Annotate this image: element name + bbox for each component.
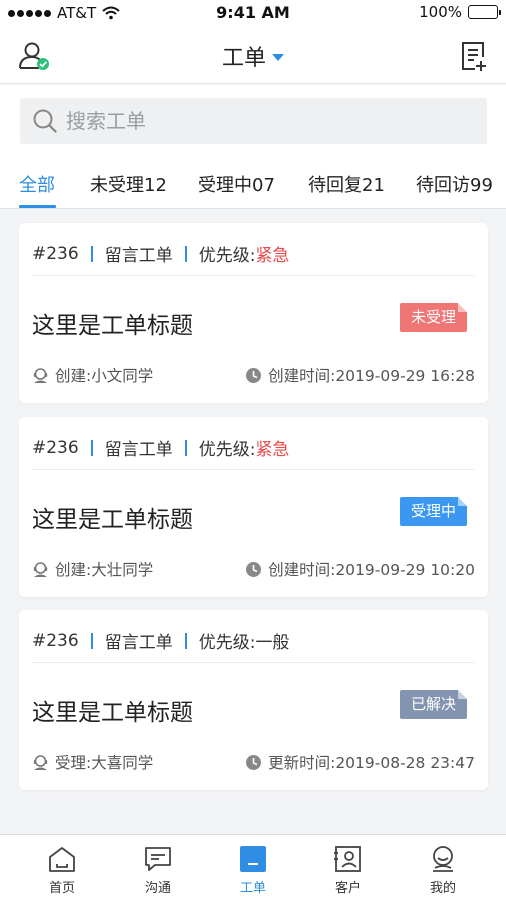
tabbar-work-order[interactable]: 工单 [208, 845, 298, 896]
card-footer: 创建:大壮同学 创建时间:2019-09-29 10:20 [32, 558, 475, 580]
order-title: 这里是工单标题 [32, 313, 193, 339]
customer-icon [334, 846, 361, 872]
bottom-tab-bar: 首页 沟通 工单 客户 我的 [0, 834, 506, 900]
clock-icon [246, 561, 262, 577]
person-text: 受理:大喜同学 [55, 754, 154, 772]
agent-icon [33, 561, 48, 577]
active-tab-indicator [19, 205, 56, 208]
person-text: 创建:大壮同学 [55, 561, 154, 579]
page-title: 工单 [221, 46, 266, 71]
caret-down-icon [272, 53, 284, 61]
divider [90, 245, 93, 262]
card-header: #236 留言工单 优先级: 紧急 [32, 435, 290, 461]
divider [184, 439, 187, 456]
tabbar-label: 我的 [429, 881, 456, 896]
order-time: 创建时间:2019-09-29 10:20 [245, 558, 475, 580]
work-order-icon [240, 846, 266, 872]
tabbar-label: 首页 [48, 881, 75, 896]
new-order-icon[interactable] [460, 40, 488, 72]
battery-icon [468, 5, 501, 19]
search-icon [33, 109, 57, 133]
battery-percent: 100% [419, 3, 462, 21]
priority-value: 紧急 [255, 440, 290, 460]
tabbar-home[interactable]: 首页 [17, 845, 107, 896]
tabbar-customer[interactable]: 客户 [303, 845, 393, 896]
card-divider [32, 662, 475, 663]
order-time: 创建时间:2019-09-29 16:28 [245, 364, 475, 386]
nav-title-dropdown[interactable]: 工单 [0, 40, 506, 72]
divider [90, 439, 93, 456]
tabbar-profile[interactable]: 我的 [398, 845, 488, 896]
card-footer: 受理:大喜同学 更新时间:2019-08-28 23:47 [32, 751, 475, 773]
divider [90, 632, 93, 649]
order-person: 受理:大喜同学 [32, 751, 153, 773]
time-text: 创建时间:2019-09-29 10:20 [268, 561, 475, 579]
tab-processing[interactable]: 受理中07 [198, 171, 275, 197]
status-bar: AT&T 9:41 AM 100% [0, 0, 506, 26]
priority-label: 优先级: [198, 246, 256, 266]
order-id: #236 [32, 437, 79, 458]
order-card[interactable]: #236 留言工单 优先级: 一般 这里是工单标题 已解决 受理:大喜同学 更新时… [19, 610, 488, 790]
order-person: 创建:小文同学 [32, 364, 153, 386]
time-text: 更新时间:2019-08-28 23:47 [268, 754, 475, 772]
card-divider [32, 275, 475, 276]
tabbar-label: 客户 [334, 881, 361, 896]
status-badge: 受理中 [400, 497, 467, 526]
clock-icon [246, 754, 262, 770]
order-type: 留言工单 [104, 440, 173, 460]
tabbar-label: 沟通 [144, 881, 171, 896]
tabbar-chat[interactable]: 沟通 [113, 845, 203, 896]
order-title: 这里是工单标题 [32, 700, 193, 726]
priority-label: 优先级: [198, 633, 256, 653]
divider [184, 245, 187, 262]
card-header: #236 留言工单 优先级: 紧急 [32, 241, 290, 267]
time-text: 创建时间:2019-09-29 16:28 [268, 367, 475, 385]
search-input[interactable] [66, 109, 446, 133]
nav-bar: 工单 [0, 26, 506, 84]
order-person: 创建:大壮同学 [32, 558, 153, 580]
priority-value: 紧急 [255, 246, 290, 266]
profile-icon [433, 846, 453, 872]
card-footer: 创建:小文同学 创建时间:2019-09-29 16:28 [32, 364, 475, 386]
status-right: 100% [419, 3, 501, 21]
status-badge: 未受理 [400, 303, 467, 332]
chat-icon [145, 847, 171, 871]
tab-unaccepted[interactable]: 未受理12 [90, 171, 167, 197]
search-box[interactable] [20, 98, 487, 144]
order-card[interactable]: #236 留言工单 优先级: 紧急 这里是工单标题 未受理 创建:小文同学 创建时… [19, 223, 488, 403]
priority-label: 优先级: [198, 440, 256, 460]
agent-icon [33, 754, 48, 770]
person-text: 创建:小文同学 [55, 367, 154, 385]
tab-awaiting-reply[interactable]: 待回复21 [308, 171, 385, 197]
order-type: 留言工单 [104, 633, 173, 653]
tab-all[interactable]: 全部 [19, 171, 55, 197]
order-time: 更新时间:2019-08-28 23:47 [245, 751, 475, 773]
order-card[interactable]: #236 留言工单 优先级: 紧急 这里是工单标题 受理中 创建:大壮同学 创建时… [19, 417, 488, 597]
order-type: 留言工单 [104, 246, 173, 266]
order-id: #236 [32, 243, 79, 264]
order-title: 这里是工单标题 [32, 507, 193, 533]
search-bar [0, 85, 506, 157]
order-id: #236 [32, 630, 79, 651]
filter-tabs: 全部 未受理12 受理中07 待回复21 待回访99 [0, 157, 506, 209]
clock-icon [246, 367, 262, 383]
agent-icon [33, 367, 48, 383]
divider [184, 632, 187, 649]
status-badge: 已解决 [400, 690, 467, 719]
tab-awaiting-visit[interactable]: 待回访99 [416, 171, 493, 197]
card-divider [32, 469, 475, 470]
card-header: #236 留言工单 优先级: 一般 [32, 628, 290, 654]
home-icon [49, 847, 75, 872]
tabbar-label: 工单 [239, 881, 266, 896]
priority-value: 一般 [255, 633, 290, 653]
